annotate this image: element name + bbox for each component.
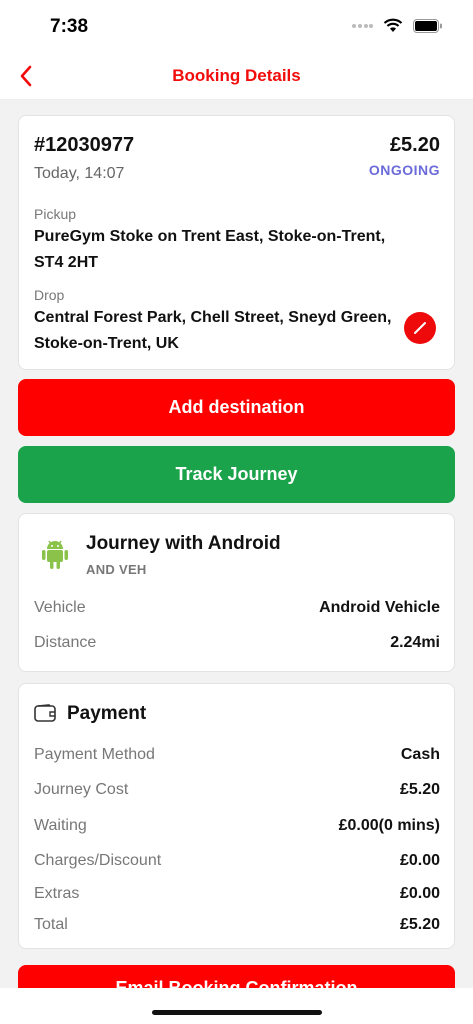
payment-row-label: Waiting bbox=[34, 817, 87, 834]
payment-row-label: Charges/Discount bbox=[34, 852, 162, 869]
email-confirmation-button[interactable]: Email Booking Confirmation bbox=[18, 965, 455, 990]
payment-row-value: £0.00 bbox=[399, 885, 440, 902]
battery-icon bbox=[413, 18, 442, 33]
distance-value: 2.24mi bbox=[390, 634, 440, 651]
journey-title: Journey with Android bbox=[86, 533, 281, 554]
distance-label: Distance bbox=[34, 634, 97, 651]
drop-label: Drop bbox=[34, 287, 65, 303]
payment-row-label: Total bbox=[34, 916, 68, 933]
payment-row-value: £0.00(0 mins) bbox=[338, 817, 440, 834]
add-destination-button[interactable]: Add destination bbox=[18, 379, 455, 436]
booking-id: #12030977 bbox=[34, 134, 135, 156]
pencil-icon bbox=[414, 322, 426, 334]
payment-row-value: Cash bbox=[400, 746, 440, 763]
page-title: Booking Details bbox=[172, 66, 301, 85]
pickup-label: Pickup bbox=[34, 206, 77, 222]
payment-card: Payment Payment Method Cash Journey Cost… bbox=[18, 683, 455, 949]
status-badge: ONGOING bbox=[368, 162, 440, 178]
track-journey-button[interactable]: Track Journey bbox=[18, 446, 455, 503]
android-icon bbox=[42, 540, 68, 569]
payment-row-label: Payment Method bbox=[34, 746, 155, 763]
wifi-icon bbox=[383, 18, 403, 32]
booking-date: Today, 14:07 bbox=[34, 165, 125, 182]
edit-drop-button[interactable] bbox=[404, 312, 436, 344]
home-indicator-area bbox=[0, 988, 473, 1024]
journey-card: Journey with Android AND VEH Vehicle And… bbox=[18, 513, 455, 672]
payment-row-value: £5.20 bbox=[399, 781, 440, 798]
drop-address: Central Forest Park, Chell Street, Sneyd… bbox=[34, 309, 392, 352]
vehicle-value: Android Vehicle bbox=[319, 599, 440, 616]
home-indicator[interactable] bbox=[152, 1010, 322, 1015]
payment-title: Payment bbox=[67, 703, 147, 724]
content-area[interactable]: #12030977 Today, 14:07 £5.20 ONGOING Pic… bbox=[0, 100, 473, 990]
nav-bar: Booking Details bbox=[0, 52, 473, 100]
payment-row-value: £5.20 bbox=[399, 916, 440, 933]
status-bar: 7:38 bbox=[0, 0, 473, 52]
wallet-icon bbox=[34, 704, 56, 722]
payment-row-value: £0.00 bbox=[399, 852, 440, 869]
vehicle-label: Vehicle bbox=[34, 599, 86, 616]
payment-row-label: Extras bbox=[34, 885, 80, 902]
booking-card: #12030977 Today, 14:07 £5.20 ONGOING Pic… bbox=[18, 115, 455, 370]
status-icons bbox=[351, 18, 443, 33]
payment-row-label: Journey Cost bbox=[34, 781, 129, 798]
signal-icon bbox=[352, 23, 373, 28]
pickup-address: PureGym Stoke on Trent East, Stoke-on-Tr… bbox=[34, 228, 386, 271]
journey-subtitle: AND VEH bbox=[86, 562, 147, 577]
status-time: 7:38 bbox=[50, 16, 89, 37]
booking-price: £5.20 bbox=[389, 134, 440, 156]
